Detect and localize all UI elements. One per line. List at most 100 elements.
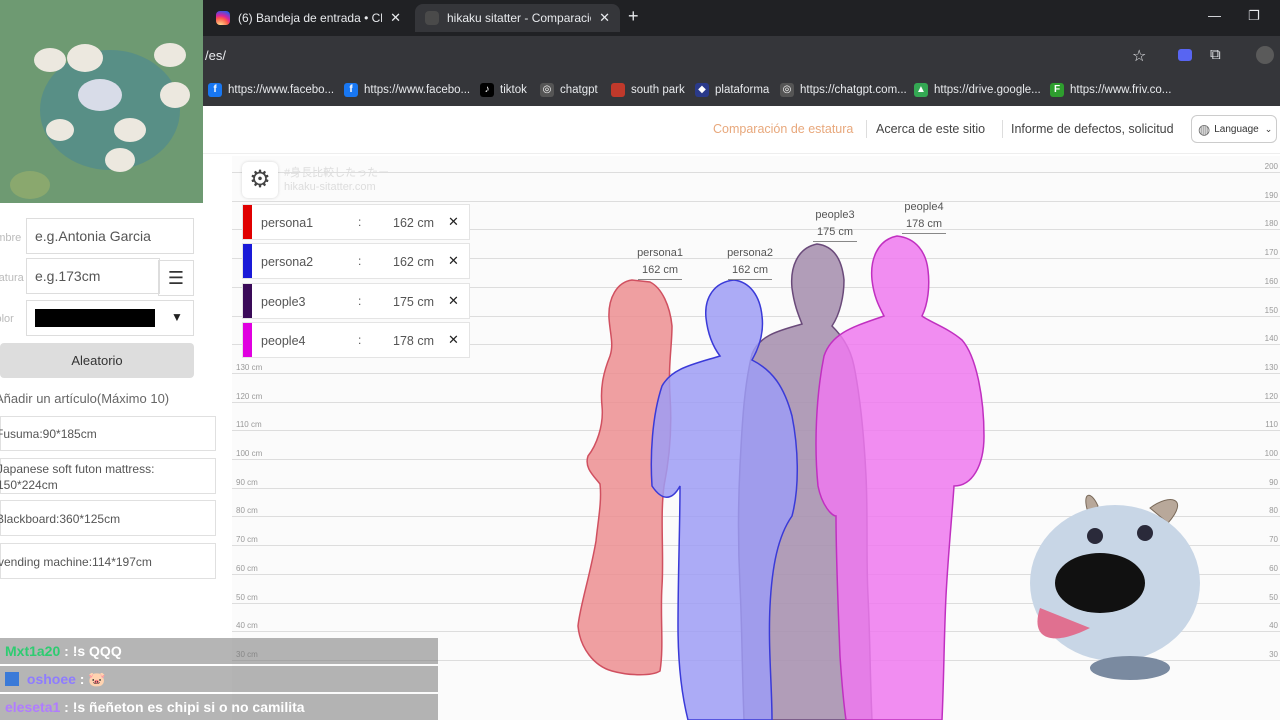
person-name: people3 bbox=[261, 295, 306, 309]
bookmark-label: chatgpt bbox=[560, 84, 598, 96]
tab-inbox[interactable]: (6) Bandeja de entrada • Chats ✕ bbox=[206, 4, 411, 32]
preset-item[interactable]: Fusuma:90*185cm bbox=[0, 416, 216, 451]
close-icon[interactable]: ✕ bbox=[390, 10, 401, 26]
preset-label: Japanese soft futon mattress: 150*224cm bbox=[0, 462, 155, 492]
separator: : bbox=[358, 333, 362, 347]
color-swatch bbox=[243, 284, 252, 318]
color-label: color bbox=[0, 313, 14, 325]
globe-icon: ◎ bbox=[780, 83, 794, 97]
height-field[interactable]: e.g.173cm bbox=[26, 258, 160, 294]
color-swatch bbox=[35, 309, 155, 327]
tab-title: hikaku sitatter - Comparación d bbox=[447, 11, 591, 25]
bookmark-item[interactable]: ◆ plataforma bbox=[695, 83, 769, 97]
minimize-icon[interactable]: — bbox=[1208, 8, 1221, 23]
extensions-icon[interactable]: ⧉ bbox=[1210, 46, 1221, 63]
person-name: people4 bbox=[261, 334, 306, 348]
extension-discord-icon[interactable] bbox=[1178, 49, 1192, 61]
remove-person-button[interactable]: ✕ bbox=[448, 253, 459, 269]
star-icon[interactable]: ☆ bbox=[1132, 46, 1146, 66]
figure-label-people3: people3 175 cm bbox=[805, 207, 865, 242]
bookmark-item[interactable]: f https://www.facebo... bbox=[344, 83, 470, 97]
chat-message: Mxt1a20 : !s QQQ bbox=[0, 638, 438, 664]
profile-avatar[interactable] bbox=[1256, 46, 1274, 64]
bookmark-item[interactable]: ▲ https://drive.google... bbox=[914, 83, 1041, 97]
language-button[interactable]: ◍ Language ⌄ bbox=[1191, 115, 1277, 143]
name-field[interactable]: e.g.Antonia Garcia bbox=[26, 218, 194, 254]
name-label: nombre bbox=[0, 232, 22, 244]
chat-text: : !s QQQ bbox=[64, 643, 122, 659]
bookmark-item[interactable]: ♪ tiktok bbox=[480, 83, 527, 97]
figure-name: people4 bbox=[904, 201, 944, 213]
bookmark-label: tiktok bbox=[500, 84, 527, 96]
preset-label: Blackboard:360*125cm bbox=[0, 512, 121, 526]
bookmark-label: https://www.facebo... bbox=[364, 84, 471, 96]
bookmark-item[interactable]: f https://www.facebo... bbox=[208, 83, 334, 97]
figure-height: 175 cm bbox=[813, 224, 857, 242]
nav-height-comparison[interactable]: Comparación de estatura bbox=[713, 122, 853, 136]
add-item-title: Añadir un artículo(Máximo 10) bbox=[0, 391, 170, 406]
person-row-people3[interactable]: people3 : 175 cm ✕ bbox=[242, 283, 470, 319]
list-icon[interactable]: ☰ bbox=[158, 260, 194, 296]
separator: : bbox=[358, 215, 362, 229]
preset-item[interactable]: vending machine:114*197cm bbox=[0, 543, 216, 579]
caret-down-icon: ▼ bbox=[171, 310, 183, 324]
person-height: 162 cm bbox=[393, 216, 434, 230]
nav-report[interactable]: Informe de defectos, solicitud bbox=[1011, 122, 1174, 136]
bookmark-label: https://www.friv.co... bbox=[1070, 84, 1172, 96]
drive-icon: ▲ bbox=[914, 83, 928, 97]
friv-icon: F bbox=[1050, 83, 1064, 97]
nav-divider bbox=[866, 120, 867, 138]
figure-height: 178 cm bbox=[902, 216, 946, 234]
figure-height: 162 cm bbox=[728, 262, 772, 280]
bookmark-item[interactable]: Fhttps://www.friv.co... bbox=[1050, 83, 1171, 97]
chevron-down-icon: ⌄ bbox=[1264, 123, 1273, 134]
close-icon[interactable]: ✕ bbox=[599, 10, 610, 26]
bookmark-label: south park bbox=[631, 84, 685, 96]
chat-user: eleseta1 bbox=[5, 699, 61, 715]
chat-text: : !s ñeñeton es chipi si o no camilita bbox=[64, 699, 305, 715]
color-swatch bbox=[243, 244, 252, 278]
restore-icon[interactable]: ❐ bbox=[1248, 8, 1260, 24]
person-row-people4[interactable]: people4 : 178 cm ✕ bbox=[242, 322, 470, 358]
bookmark-item[interactable]: ◎ https://chatgpt.com... bbox=[780, 83, 907, 97]
preset-label: vending machine:114*197cm bbox=[0, 555, 152, 569]
flag-icon bbox=[611, 83, 625, 97]
person-height: 175 cm bbox=[393, 295, 434, 309]
chat-text: : 🐷 bbox=[79, 671, 106, 687]
color-select[interactable]: ▼ bbox=[26, 300, 194, 336]
language-label: Language bbox=[1214, 123, 1259, 135]
bookmark-label: https://chatgpt.com... bbox=[800, 84, 907, 96]
preset-item[interactable]: Japanese soft futon mattress: 150*224cm bbox=[0, 458, 216, 494]
tab-hikaku[interactable]: hikaku sitatter - Comparación d ✕ bbox=[415, 4, 620, 32]
nav-about[interactable]: Acerca de este sitio bbox=[876, 122, 985, 136]
person-row-persona1[interactable]: persona1 : 162 cm ✕ bbox=[242, 204, 470, 240]
separator: : bbox=[358, 254, 362, 268]
remove-person-button[interactable]: ✕ bbox=[448, 214, 459, 230]
bookmark-label: https://www.facebo... bbox=[228, 84, 335, 96]
webcam-overlay bbox=[0, 0, 203, 203]
chat-message: oshoee : 🐷 bbox=[0, 666, 438, 692]
figure-name: persona2 bbox=[727, 247, 773, 259]
figure-name: persona1 bbox=[637, 247, 683, 259]
badge-icon bbox=[5, 672, 19, 686]
color-swatch bbox=[243, 323, 252, 357]
silhouette-people4 bbox=[815, 235, 985, 720]
bookmark-label: plataforma bbox=[715, 84, 770, 96]
person-row-persona2[interactable]: persona2 : 162 cm ✕ bbox=[242, 243, 470, 279]
height-label: estatura bbox=[0, 272, 24, 284]
separator: : bbox=[358, 294, 362, 308]
poro-scene-image bbox=[0, 0, 203, 203]
stream-chat: Mxt1a20 : !s QQQ oshoee : 🐷 eleseta1 : !… bbox=[0, 638, 438, 722]
new-tab-button[interactable]: + bbox=[628, 6, 639, 27]
bookmark-item[interactable]: ◎ chatgpt bbox=[540, 83, 598, 97]
remove-person-button[interactable]: ✕ bbox=[448, 293, 459, 309]
figure-label-persona1: persona1 162 cm bbox=[630, 245, 690, 280]
remove-person-button[interactable]: ✕ bbox=[448, 332, 459, 348]
chat-user: Mxt1a20 bbox=[5, 643, 61, 659]
facebook-icon: f bbox=[344, 83, 358, 97]
site-icon bbox=[425, 11, 439, 25]
poro-mascot-image bbox=[1020, 488, 1210, 684]
preset-item[interactable]: Blackboard:360*125cm bbox=[0, 500, 216, 536]
random-button[interactable]: Aleatorio bbox=[0, 343, 194, 378]
bookmark-item[interactable]: south park bbox=[611, 83, 685, 97]
